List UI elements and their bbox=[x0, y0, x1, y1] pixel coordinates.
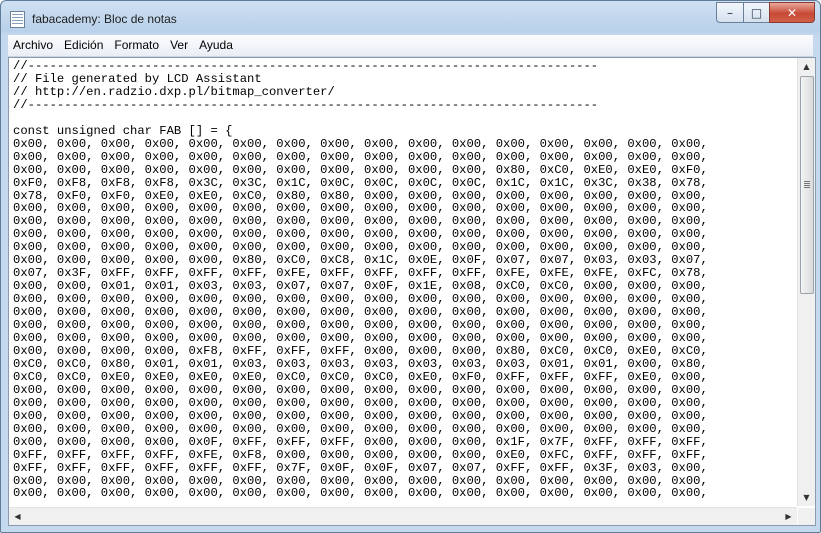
maximize-icon: □ bbox=[750, 5, 763, 20]
close-button[interactable]: ✕ bbox=[769, 2, 815, 23]
menu-archivo[interactable]: Archivo bbox=[8, 35, 58, 56]
scroll-right-arrow-icon[interactable]: ▶ bbox=[780, 508, 797, 525]
menu-formato[interactable]: Formato bbox=[109, 35, 164, 56]
vertical-scrollbar[interactable]: ▲ ▼ bbox=[797, 58, 815, 506]
menu-bar: Archivo Edición Formato Ver Ayuda bbox=[8, 35, 813, 57]
text-line[interactable]: 0x00, 0x00, 0x00, 0x00, 0x00, 0x00, 0x00… bbox=[13, 474, 708, 488]
text-line[interactable]: 0x00, 0x00, 0x00, 0x00, 0x00, 0x80, 0xC0… bbox=[13, 253, 708, 267]
text-line[interactable]: 0xC0, 0xC0, 0x80, 0x01, 0x01, 0x03, 0x03… bbox=[13, 357, 708, 371]
text-line[interactable]: 0x00, 0x00, 0x00, 0x00, 0x00, 0x00, 0x00… bbox=[13, 305, 708, 319]
window-title: fabacademy: Bloc de notas bbox=[32, 12, 177, 26]
text-line[interactable]: 0x00, 0x00, 0x00, 0x00, 0x00, 0x00, 0x00… bbox=[13, 486, 708, 500]
text-line[interactable]: 0x00, 0x00, 0x00, 0x00, 0x00, 0x00, 0x00… bbox=[13, 318, 708, 332]
text-line[interactable]: 0x00, 0x00, 0x00, 0x00, 0x0F, 0xFF, 0xFF… bbox=[13, 435, 708, 449]
minimize-icon: – bbox=[727, 5, 733, 20]
text-editor[interactable]: //--------------------------------------… bbox=[8, 57, 816, 526]
text-line[interactable]: 0x00, 0x00, 0x00, 0x00, 0x00, 0x00, 0x00… bbox=[13, 396, 708, 410]
menu-ver[interactable]: Ver bbox=[165, 35, 193, 56]
text-line[interactable]: 0xFF, 0xFF, 0xFF, 0xFF, 0xFE, 0xF8, 0x00… bbox=[13, 448, 708, 462]
notepad-window: fabacademy: Bloc de notas – □ ✕ Archivo … bbox=[0, 0, 821, 533]
text-line[interactable]: 0x00, 0x00, 0x00, 0x00, 0x00, 0x00, 0x00… bbox=[13, 201, 708, 215]
text-line[interactable]: 0x00, 0x00, 0x00, 0x00, 0x00, 0x00, 0x00… bbox=[13, 150, 708, 164]
text-line[interactable]: 0x00, 0x00, 0x00, 0x00, 0x00, 0x00, 0x00… bbox=[13, 240, 708, 254]
text-line[interactable]: 0x00, 0x00, 0x00, 0x00, 0x00, 0x00, 0x00… bbox=[13, 163, 708, 177]
scroll-down-arrow-icon[interactable]: ▼ bbox=[798, 489, 815, 506]
vertical-scroll-thumb[interactable] bbox=[800, 76, 814, 294]
close-icon: ✕ bbox=[786, 5, 798, 20]
maximize-button[interactable]: □ bbox=[743, 2, 769, 23]
text-line[interactable]: // http://en.radzio.dxp.pl/bitmap_conver… bbox=[13, 85, 335, 99]
text-line[interactable]: const unsigned char FAB [] = { bbox=[13, 124, 232, 138]
text-content-area[interactable]: //--------------------------------------… bbox=[13, 60, 795, 506]
text-line[interactable]: //--------------------------------------… bbox=[13, 98, 598, 112]
scroll-up-arrow-icon[interactable]: ▲ bbox=[798, 58, 815, 75]
text-line[interactable]: // File generated by LCD Assistant bbox=[13, 72, 262, 86]
menu-edicion[interactable]: Edición bbox=[59, 35, 108, 56]
scrollbar-corner bbox=[798, 508, 815, 525]
text-line[interactable]: 0x00, 0x00, 0x00, 0x00, 0x00, 0x00, 0x00… bbox=[13, 137, 708, 151]
text-line[interactable]: 0xFF, 0xFF, 0xFF, 0xFF, 0xFF, 0xFF, 0x7F… bbox=[13, 461, 708, 475]
minimize-button[interactable]: – bbox=[716, 2, 743, 23]
text-line[interactable]: 0xC0, 0xC0, 0xE0, 0xE0, 0xE0, 0xE0, 0xC0… bbox=[13, 370, 708, 384]
text-line[interactable]: 0x00, 0x00, 0x00, 0x00, 0x00, 0x00, 0x00… bbox=[13, 409, 708, 423]
document-text[interactable]: //--------------------------------------… bbox=[13, 60, 795, 500]
text-line[interactable]: 0x00, 0x00, 0x00, 0x00, 0x00, 0x00, 0x00… bbox=[13, 422, 708, 436]
text-line[interactable]: 0x00, 0x00, 0x00, 0x00, 0xF8, 0xFF, 0xFF… bbox=[13, 344, 708, 358]
text-line[interactable]: 0x00, 0x00, 0x00, 0x00, 0x00, 0x00, 0x00… bbox=[13, 214, 708, 228]
title-bar[interactable]: fabacademy: Bloc de notas – □ ✕ bbox=[1, 1, 820, 35]
scroll-left-arrow-icon[interactable]: ◀ bbox=[9, 508, 26, 525]
text-line[interactable]: 0x07, 0x3F, 0xFF, 0xFF, 0xFF, 0xFF, 0xFE… bbox=[13, 266, 708, 280]
caption-buttons: – □ ✕ bbox=[716, 2, 815, 24]
menu-ayuda[interactable]: Ayuda bbox=[194, 35, 238, 56]
text-line[interactable]: 0x00, 0x00, 0x00, 0x00, 0x00, 0x00, 0x00… bbox=[13, 227, 708, 241]
text-line[interactable]: 0x00, 0x00, 0x00, 0x00, 0x00, 0x00, 0x00… bbox=[13, 383, 708, 397]
text-line[interactable]: 0x00, 0x00, 0x00, 0x00, 0x00, 0x00, 0x00… bbox=[13, 292, 708, 306]
text-line[interactable]: 0x00, 0x00, 0x01, 0x01, 0x03, 0x03, 0x07… bbox=[13, 279, 708, 293]
text-line[interactable]: 0x00, 0x00, 0x00, 0x00, 0x00, 0x00, 0x00… bbox=[13, 331, 708, 345]
notepad-app-icon bbox=[10, 11, 25, 28]
horizontal-scrollbar[interactable]: ◀ ▶ bbox=[9, 507, 797, 525]
text-line[interactable]: 0xF0, 0xF8, 0xF8, 0xF8, 0x3C, 0x3C, 0x1C… bbox=[13, 176, 708, 190]
scroll-grip-icon bbox=[804, 181, 810, 182]
text-line[interactable]: 0x78, 0xF0, 0xF0, 0xE0, 0xE0, 0xC0, 0x80… bbox=[13, 189, 708, 203]
